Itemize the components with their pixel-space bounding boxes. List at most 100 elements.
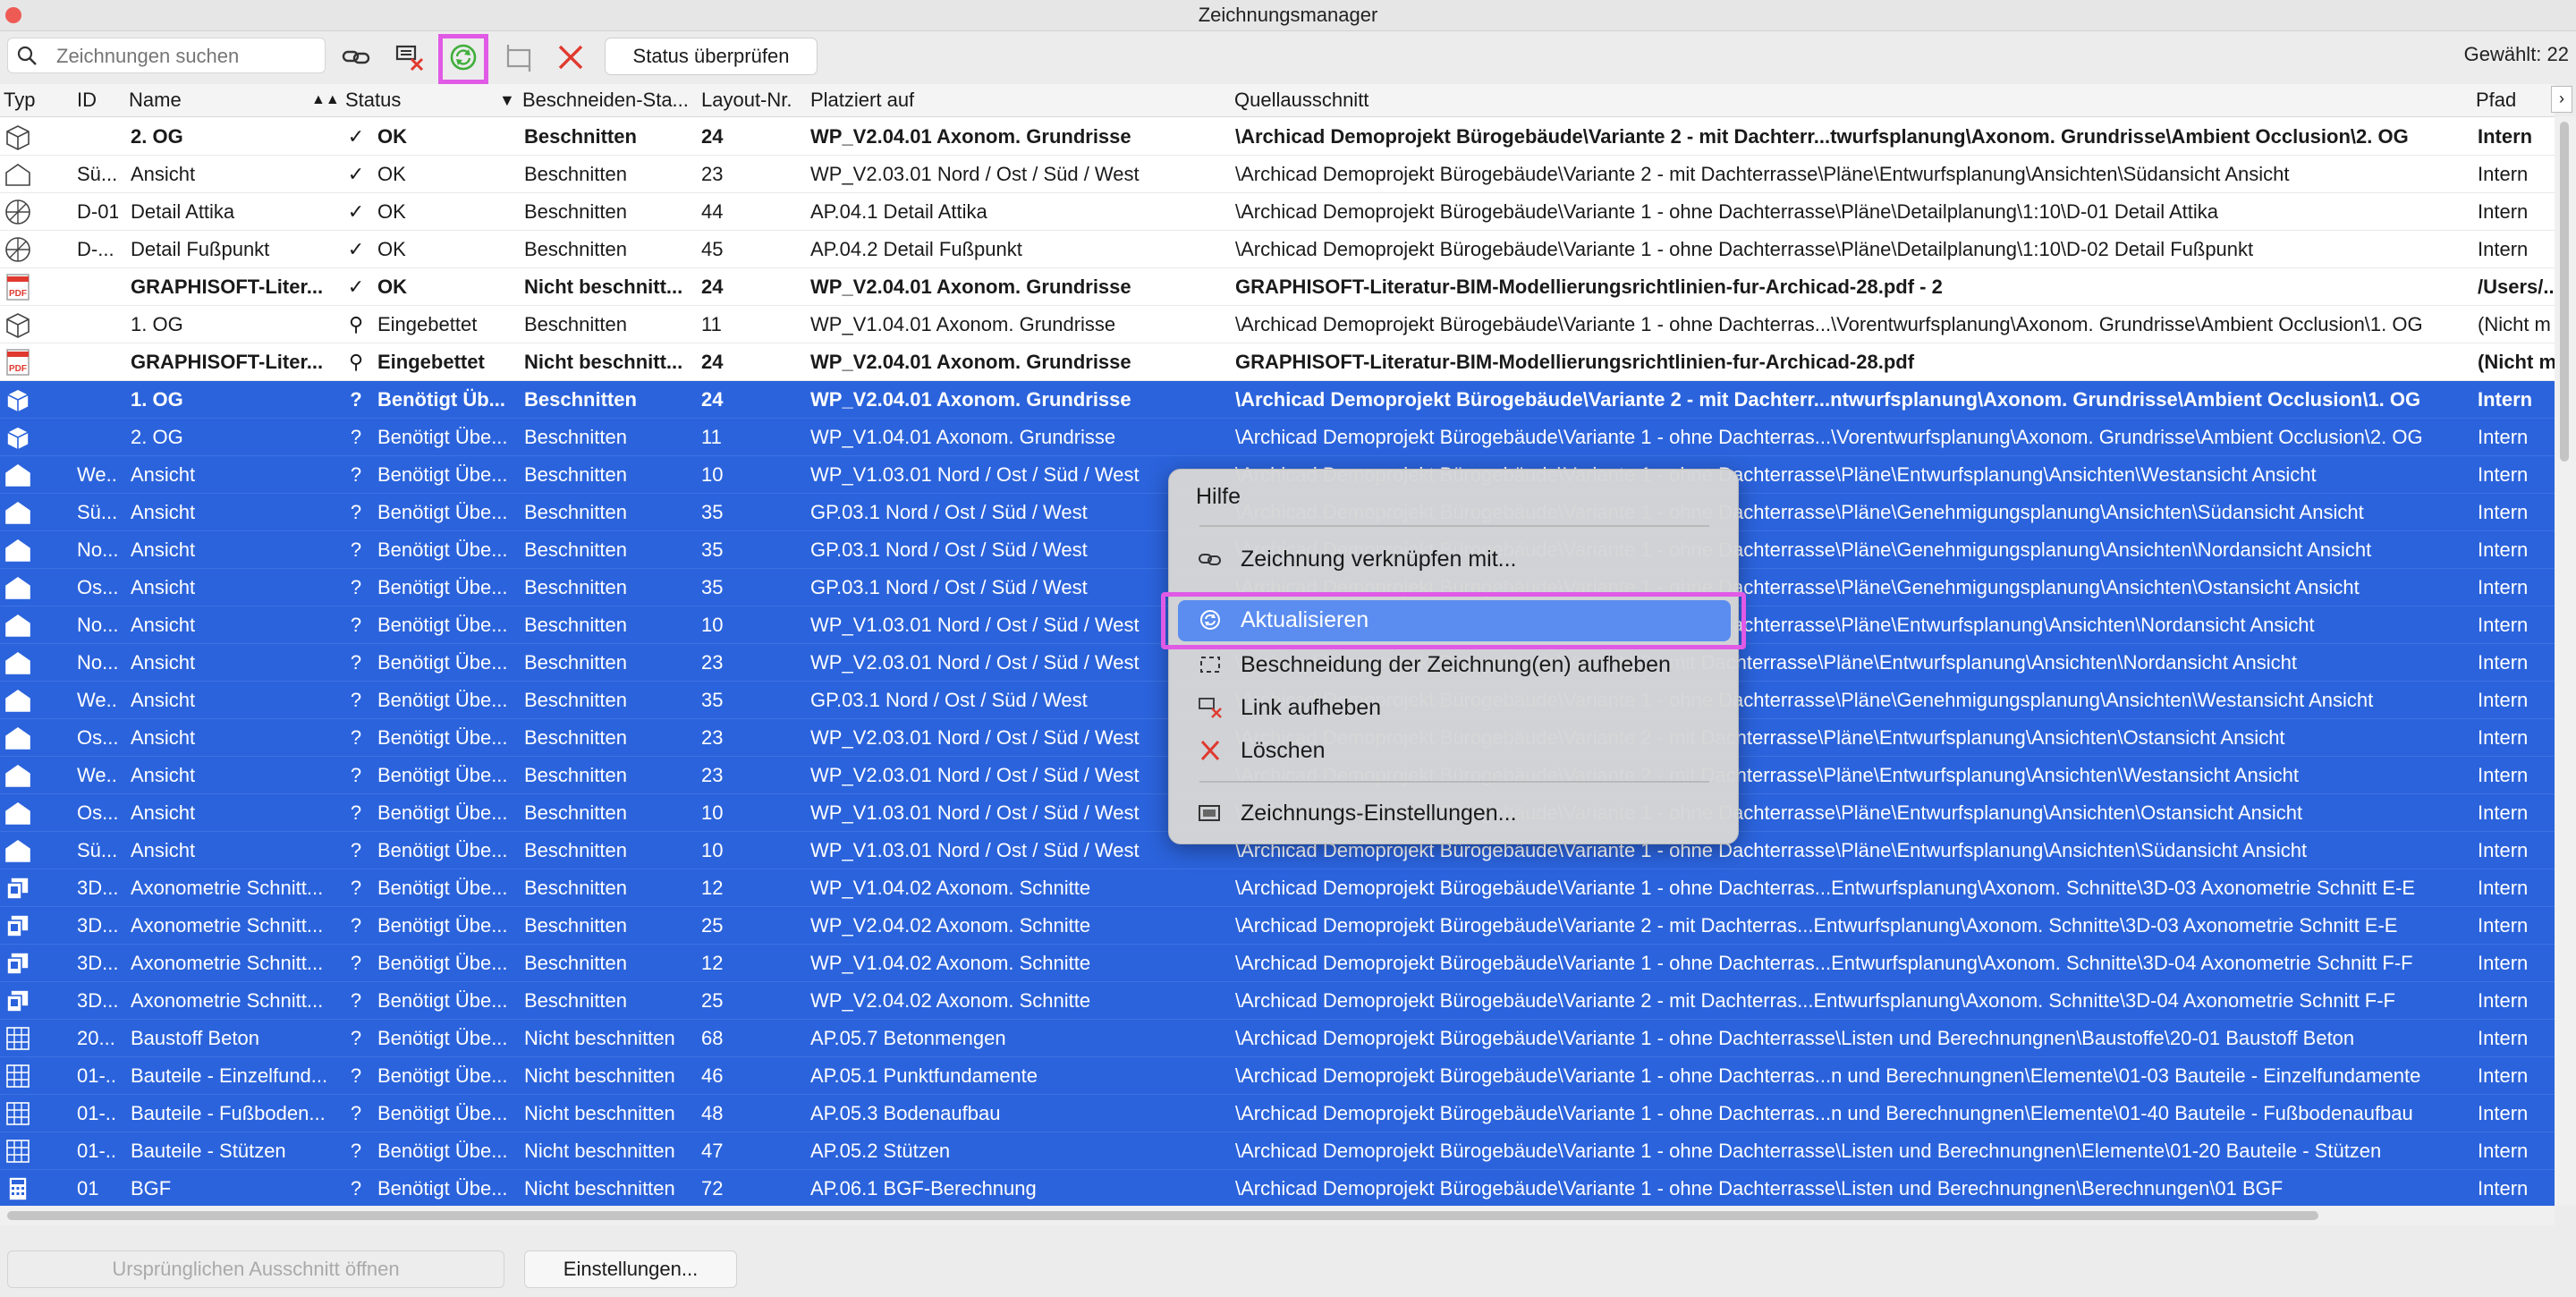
search-box[interactable] [7,38,326,73]
needs-update-question-icon: ? [350,501,362,523]
table-row[interactable]: 2. OG ✓ OK Beschnitten 24 WP_V2.04.01 Axonom.… [0,118,2555,156]
row-status: ? Benötigt Übe... [345,644,524,682]
row-name: Ansicht [131,689,196,711]
unlink-drawing-icon[interactable] [394,41,426,73]
row-type [4,1132,39,1170]
row-placed-on: WP_V2.04.02 Axonom. Schnitte [810,914,1091,937]
row-crop-status: Nicht beschnitten [524,1140,675,1162]
col-pfad[interactable]: Pfad [2476,84,2516,116]
row-layout-number: 24 [701,125,724,148]
open-original-button[interactable]: Ursprünglichen Ausschnitt öffnen [7,1250,504,1288]
horizontal-scrollbar[interactable] [0,1206,2555,1225]
table-row[interactable]: D-01 Detail Attika ✓ OK Beschnitten 44 AP.04.1… [0,193,2555,231]
horizontal-scroll-thumb[interactable] [7,1211,2318,1220]
table-row[interactable]: 3D... Axonometrie Schnitt...? Benötigt Übe… [0,869,2555,907]
axonometry-icon [6,426,30,451]
table-row[interactable]: 01-... Bauteile - Stützen? Benötigt Übe...… [0,1132,2555,1170]
row-type [4,118,39,156]
row-placed-on: GP.03.1 Nord / Ost / Süd / West [810,689,1088,711]
elevation-icon [5,727,30,750]
col-name[interactable]: Name [129,84,182,116]
row-source-view: \Archicad Demoprojekt Bürogebäude\Varian… [1235,200,2219,223]
col-beschneiden[interactable]: Beschneiden-Sta... [522,84,689,116]
table-row[interactable]: 2. OG? Benötigt Übe... Beschnitten 11 WP_V1.… [0,419,2555,456]
menu-item-unlink[interactable]: Link aufheben [1169,688,1740,727]
ok-check-icon: ✓ [347,163,365,185]
row-status-label: Benötigt Übe... [377,538,508,561]
menu-item-help[interactable]: Hilfe [1169,477,1740,516]
crop-icon[interactable] [503,41,535,73]
row-layout-number: 10 [701,801,724,824]
row-status: ? Benötigt Übe... [345,569,524,606]
vertical-scrollbar[interactable] [2555,116,2576,1206]
row-source-view: GRAPHISOFT-Literatur-BIM-Modellierungsri… [1235,351,1915,373]
col-id[interactable]: ID [77,84,97,116]
row-placed-on: WP_V1.04.01 Axonom. Grundrisse [810,426,1116,448]
row-name: Axonometrie Schnitt... [131,989,324,1012]
row-path: Intern [2478,839,2529,861]
table-row[interactable]: 01-... Bauteile - Einzelfund...? Benötigt … [0,1057,2555,1095]
col-quelle[interactable]: Quellausschnitt [1234,84,1368,116]
needs-update-question-icon: ? [350,1102,362,1124]
col-status[interactable]: Status [345,84,401,116]
delete-icon[interactable] [555,41,587,73]
menu-item-settings[interactable]: Zeichnungs-Einstellungen... [1169,793,1740,833]
table-row[interactable]: PDF GRAPHISOFT-Liter... ✓ OK Nicht beschnitt… [0,268,2555,306]
row-name: Axonometrie Schnitt... [131,952,324,974]
axonometry-icon [6,125,30,150]
table-row[interactable]: 20... Baustoff Beton? Benötigt Übe... Nicht… [0,1020,2555,1057]
table-row[interactable]: 01-... Bauteile - Fußboden...? Benötigt Üb… [0,1095,2555,1132]
menu-item-delete[interactable]: Löschen [1169,731,1740,770]
search-input[interactable] [55,42,318,71]
table-row[interactable]: 1. OG ⚲ Eingebettet Beschnitten 11 WP_V1.04.0… [0,306,2555,343]
table-row[interactable]: PDF GRAPHISOFT-Liter... ⚲ Eingebettet Nicht … [0,343,2555,381]
column-scroll-right-button[interactable]: › [2551,86,2572,113]
menu-item-link-with[interactable]: Zeichnung verknüpfen mit... [1169,539,1740,579]
crop-icon [1200,657,1220,673]
table-row[interactable]: 3D... Axonometrie Schnitt...? Benötigt Übe… [0,982,2555,1020]
row-crop-status: Beschnitten [524,313,627,335]
col-typ[interactable]: Typ [4,84,35,116]
ok-check-icon: ✓ [347,238,365,260]
row-layout-number: 35 [701,538,724,561]
check-status-button[interactable]: Status überprüfen [605,38,818,75]
settings-button[interactable]: Einstellungen... [524,1250,737,1288]
menu-item-remove-crop[interactable]: Beschneidung der Zeichnung(en) aufheben [1169,645,1740,684]
row-placed-on: AP.05.7 Betonmengen [810,1027,1006,1049]
row-crop-status: Beschnitten [524,651,627,674]
table-row[interactable]: D-... Detail Fußpunkt ✓ OK Beschnitten 45 AP.0… [0,231,2555,268]
row-id: 01-... [77,1064,118,1087]
row-type [4,1170,39,1206]
row-name: Ansicht [131,651,196,674]
unlink-icon [1199,698,1222,718]
row-type: PDF [4,343,39,381]
table-row[interactable]: Sü... Ansicht ✓ OK Beschnitten 23 WP_V2.03.01 … [0,156,2555,193]
row-id: 3D... [77,914,118,937]
row-id: 3D... [77,989,118,1012]
row-status-label: OK [377,163,406,185]
table-row[interactable]: 3D... Axonometrie Schnitt...? Benötigt Übe… [0,945,2555,982]
row-layout-number: 12 [701,952,724,974]
row-name: Ansicht [131,538,196,561]
elevation-icon [5,615,30,637]
table-row[interactable]: 3D... Axonometrie Schnitt...? Benötigt Übe… [0,907,2555,945]
vertical-scroll-thumb[interactable] [2560,122,2569,462]
col-layout[interactable]: Layout-Nr. [701,84,792,116]
close-window-button[interactable] [5,7,21,23]
row-status: ? Benötigt Übe... [345,606,524,644]
detail-icon [5,237,30,262]
row-type [4,869,39,907]
ok-check-icon: ✓ [347,125,365,148]
needs-update-question-icon: ? [350,388,362,411]
row-id: 20... [77,1027,115,1049]
row-id: Sü... [77,163,118,185]
table-row[interactable]: 01 BGF? Benötigt Übe... Nicht beschnitten 72… [0,1170,2555,1206]
link-drawing-icon[interactable] [340,41,372,73]
row-name: Detail Attika [131,200,235,223]
col-platziert[interactable]: Platziert auf [810,84,914,116]
ok-check-icon: ✓ [347,200,365,223]
row-status: ✓ OK [345,193,524,231]
row-status-label: Benötigt Übe... [377,1177,508,1200]
table-row[interactable]: 1. OG? Benötigt Üb... Beschnitten 24 WP_V2.0… [0,381,2555,419]
row-status-label: Benötigt Übe... [377,877,508,899]
